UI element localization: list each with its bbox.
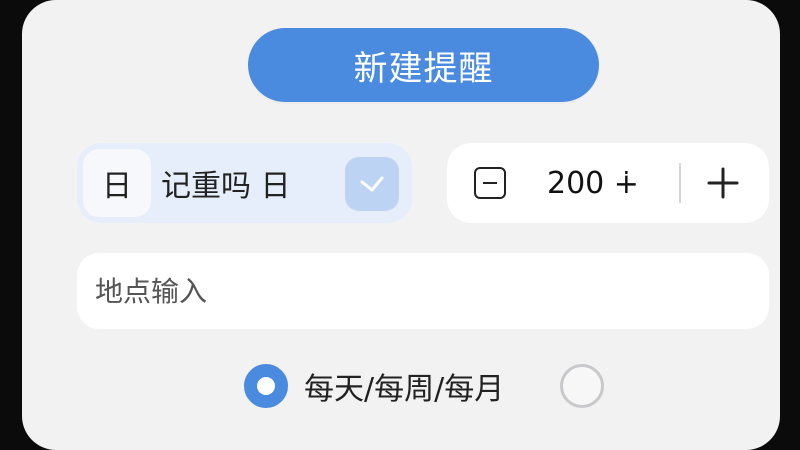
new-reminder-button-label: 新建提醒 xyxy=(353,48,494,89)
day-badge[interactable]: 日 xyxy=(83,149,151,217)
reminder-type-selector[interactable]: 日 记重吗 日 xyxy=(77,143,412,223)
stepper-divider xyxy=(679,163,681,203)
reminder-card: 新建提醒 日 记重吗 日 200 ∔ 每天/每周/每月 xyxy=(22,0,780,450)
plus-icon[interactable] xyxy=(705,165,741,201)
confirm-type-button[interactable] xyxy=(345,157,399,211)
new-reminder-button[interactable]: 新建提醒 xyxy=(248,28,599,102)
check-icon xyxy=(360,176,384,192)
minus-square-icon[interactable] xyxy=(474,167,506,199)
stepper-value: 200 ∔ xyxy=(547,165,639,201)
amount-stepper: 200 ∔ xyxy=(447,143,769,223)
frequency-label: 每天/每周/每月 xyxy=(304,372,505,407)
frequency-radio-selected[interactable] xyxy=(244,364,288,408)
location-input[interactable] xyxy=(77,253,769,329)
day-badge-label: 日 xyxy=(102,169,132,204)
frequency-radio-unselected[interactable] xyxy=(560,364,604,408)
reminder-type-label: 记重吗 日 xyxy=(161,169,291,204)
